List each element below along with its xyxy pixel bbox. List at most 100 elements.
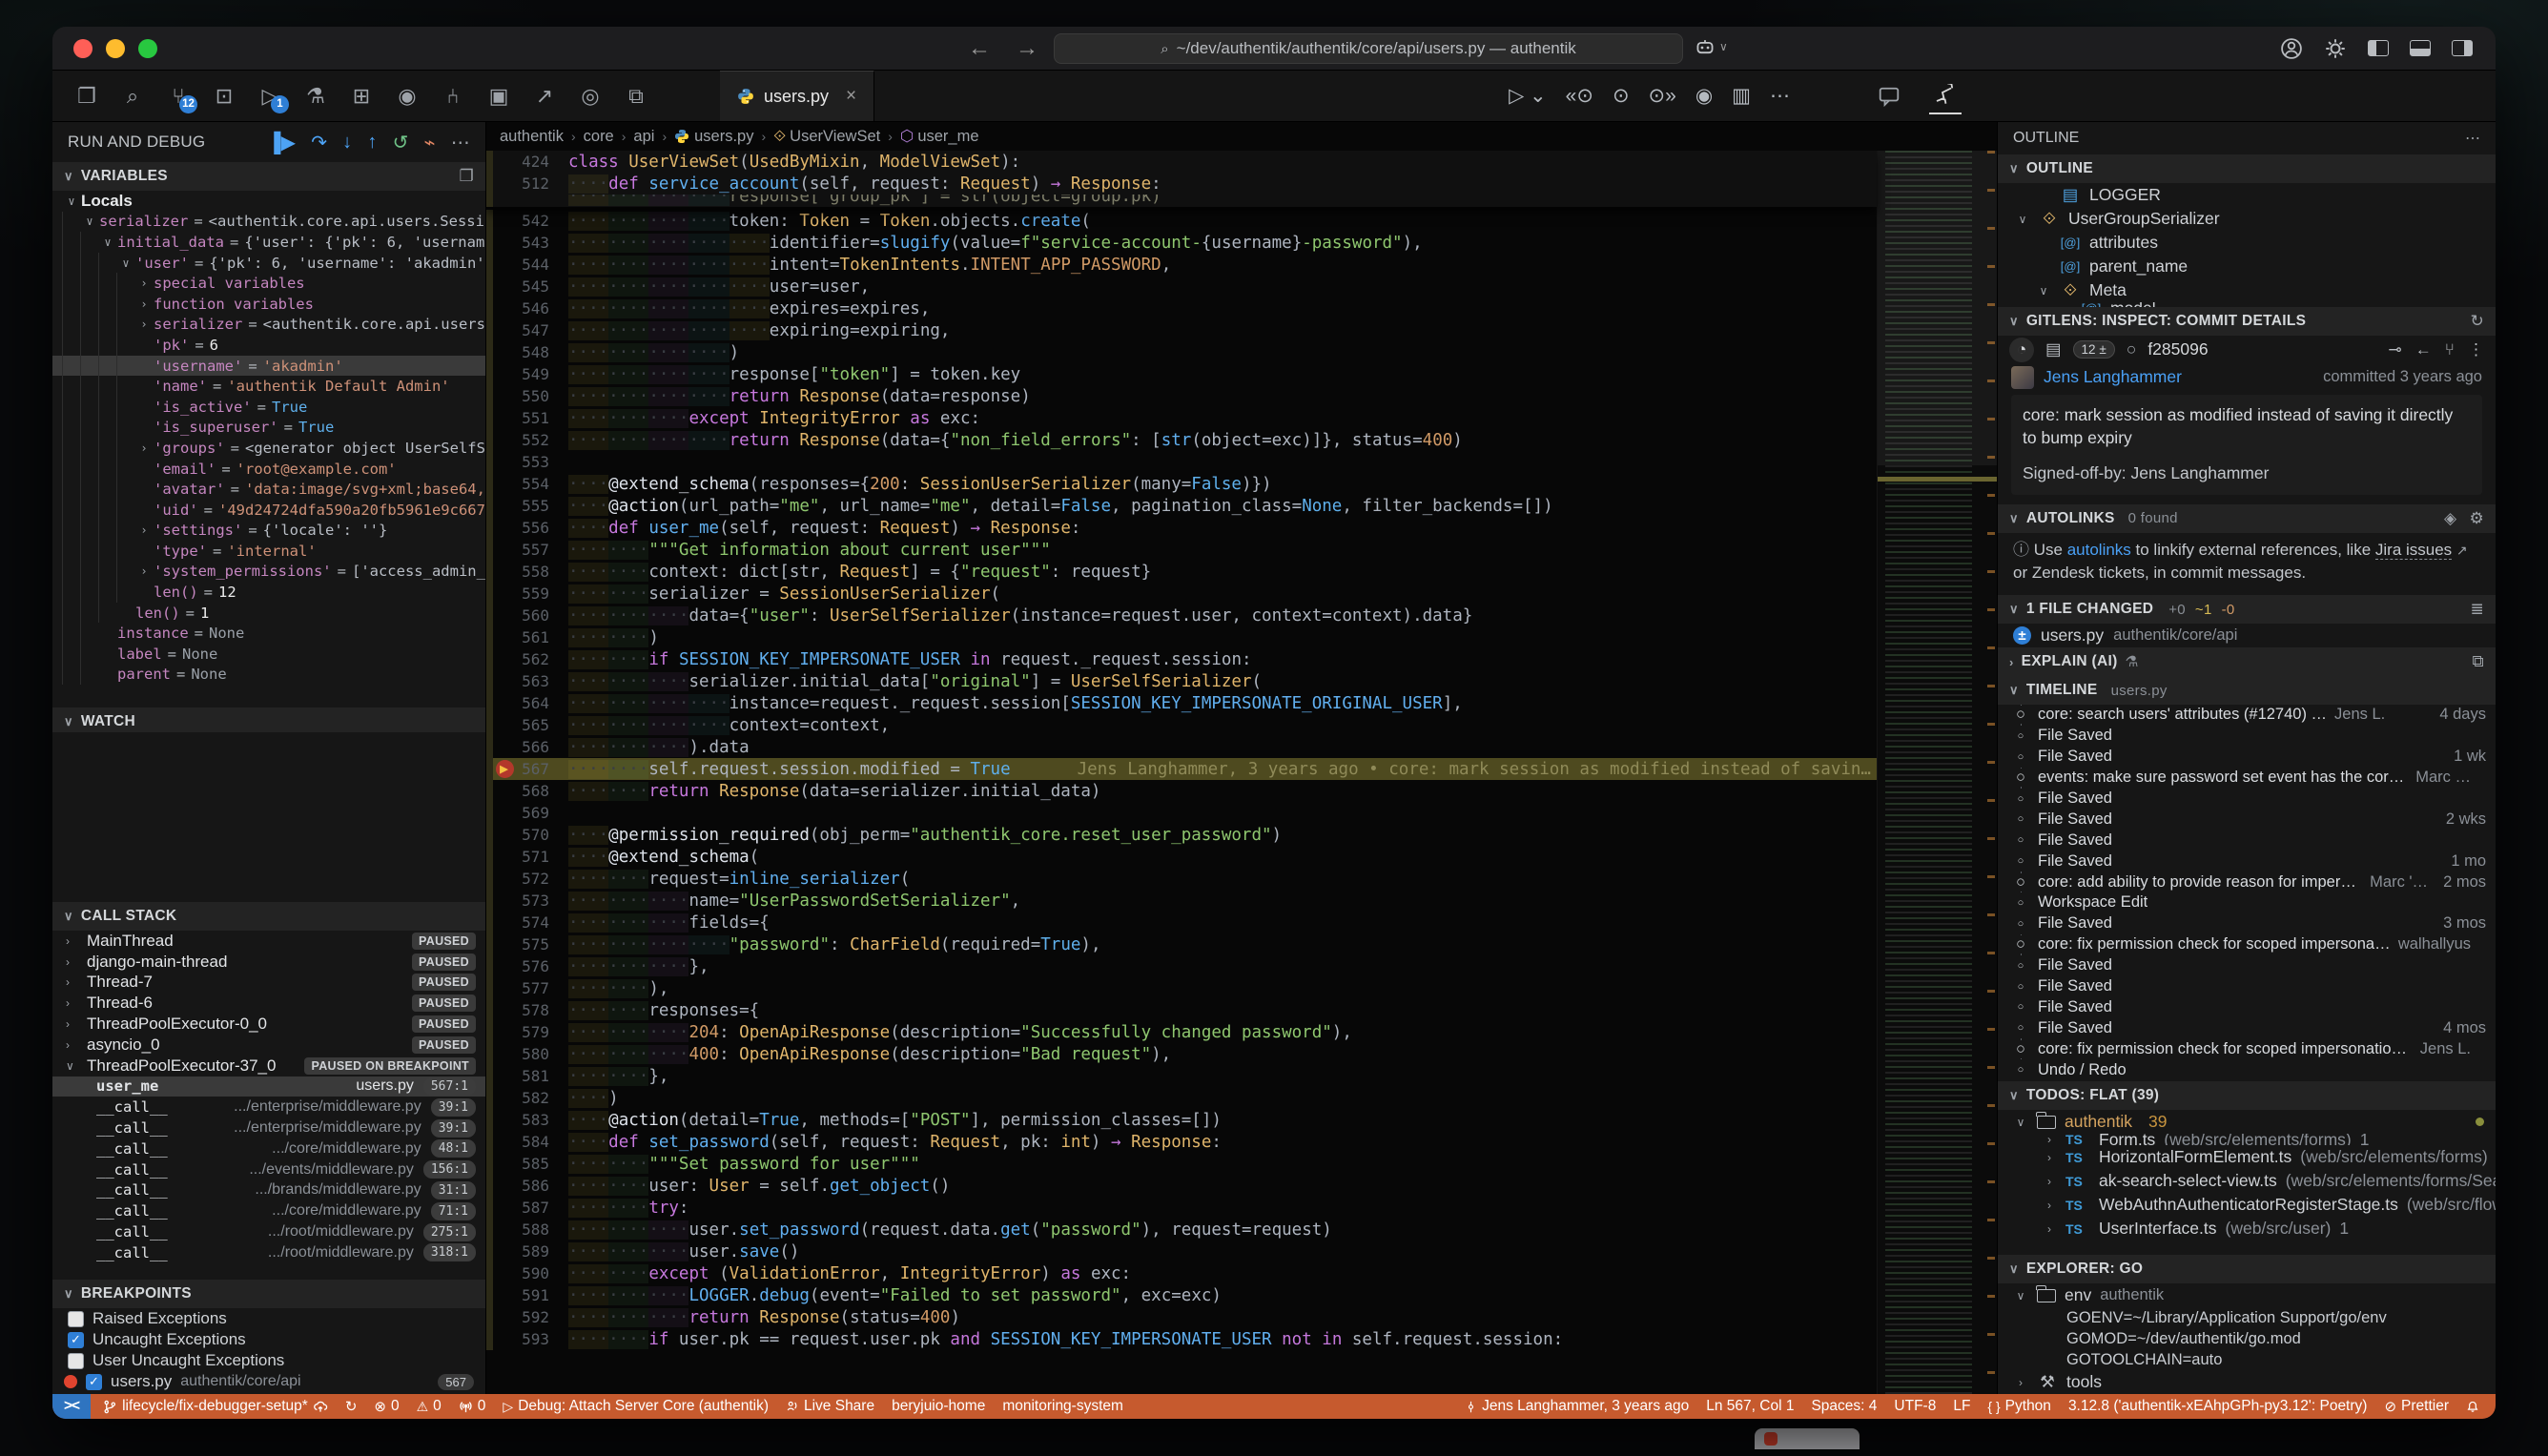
close-window-button[interactable] bbox=[73, 39, 92, 58]
pin-icon[interactable]: ⊸ bbox=[2389, 340, 2402, 359]
code-line[interactable]: 542················token: Token = Token.… bbox=[486, 210, 1877, 232]
breakpoint-toggle-row[interactable]: User Uncaught Exceptions bbox=[52, 1350, 485, 1371]
code-line[interactable]: 568········return Response(data=serializ… bbox=[486, 780, 1877, 802]
status-right-8[interactable] bbox=[2459, 1400, 2486, 1414]
status-left-6[interactable]: Live Share bbox=[779, 1398, 881, 1415]
refresh-icon[interactable]: ↻ bbox=[2470, 312, 2484, 331]
thread-row[interactable]: ›asyncio_0PAUSED bbox=[52, 1035, 485, 1056]
gitlens-section-header[interactable]: ∨GITLENS: INSPECT: COMMIT DETAILS ↻ bbox=[1998, 307, 2496, 336]
thread-row[interactable]: ∨ThreadPoolExecutor-37_0PAUSED ON BREAKP… bbox=[52, 1056, 485, 1077]
remote-indicator[interactable]: >< bbox=[52, 1394, 91, 1419]
env-var-row[interactable]: GOTOOLCHAIN=auto bbox=[1998, 1349, 2496, 1370]
outline-item[interactable]: ∨⟐UserGroupSerializer bbox=[1998, 207, 2496, 231]
timeline-item[interactable]: ○core: search users' attributes (#12740)… bbox=[1998, 705, 2496, 726]
minimize-window-button[interactable] bbox=[106, 39, 125, 58]
code-line[interactable]: 593········if user.pk == request.user.pk… bbox=[486, 1328, 1877, 1350]
debug-step-into-icon[interactable]: ↓ bbox=[342, 132, 352, 154]
stack-frame-row[interactable]: __call__.../root/middleware.py275:1 bbox=[52, 1221, 485, 1242]
code-line[interactable]: 546····················expires=expires, bbox=[486, 297, 1877, 319]
code-line[interactable]: 424class UserViewSet(UsedByMixin, ModelV… bbox=[486, 151, 1877, 173]
checkbox[interactable] bbox=[86, 1374, 102, 1390]
code-line[interactable]: 544····················intent=TokenInten… bbox=[486, 254, 1877, 276]
copilot-menu[interactable]: ∨ bbox=[1695, 36, 1728, 57]
variable-row[interactable]: label=None bbox=[52, 644, 485, 665]
status-right-6[interactable]: 3.12.8 ('authentik-xEAhpGPh-py3.12': Poe… bbox=[2062, 1398, 2374, 1415]
kebab-icon[interactable]: ⋮ bbox=[2468, 340, 2484, 359]
commit-message[interactable]: core: mark session as modified instead o… bbox=[2011, 395, 2482, 495]
code-line[interactable]: 570····@permission_required(obj_perm="au… bbox=[486, 824, 1877, 846]
github-actions-icon[interactable]: ▣ bbox=[480, 77, 518, 115]
stack-frame-row[interactable]: __call__.../core/middleware.py71:1 bbox=[52, 1200, 485, 1221]
stack-frame-row[interactable]: __call__.../root/middleware.py318:1 bbox=[52, 1242, 485, 1263]
breadcrumb-item[interactable]: authentik bbox=[500, 128, 564, 146]
code-line[interactable]: 584····def set_password(self, request: R… bbox=[486, 1131, 1877, 1153]
outline-item[interactable]: [@]attributes bbox=[1998, 231, 2496, 255]
timeline-item[interactable]: ○core: fix permission check for scoped i… bbox=[1998, 1038, 2496, 1059]
outline-item[interactable]: ∨⟐Meta bbox=[1998, 278, 2496, 302]
commit-sha[interactable]: f285096 bbox=[2147, 339, 2208, 359]
variable-row[interactable]: len()=12 bbox=[52, 582, 485, 603]
code-line[interactable]: 577········), bbox=[486, 977, 1877, 999]
editor-action-1[interactable]: «⊙ bbox=[1566, 84, 1593, 108]
editor-action-0[interactable]: ▷ ⌄ bbox=[1509, 84, 1547, 108]
status-left-7[interactable]: beryjuio-home bbox=[885, 1398, 992, 1415]
timeline-item[interactable]: ○File Saved1 mo bbox=[1998, 851, 2496, 872]
status-right-4[interactable]: LF bbox=[1946, 1398, 1977, 1415]
breakpoint-toggle-row[interactable]: Uncaught Exceptions bbox=[52, 1329, 485, 1350]
thread-row[interactable]: ›Thread-7PAUSED bbox=[52, 973, 485, 994]
status-left-8[interactable]: monitoring-system bbox=[996, 1398, 1130, 1415]
toggle-primary-sidebar-icon[interactable] bbox=[2368, 40, 2389, 56]
nav-forward-icon[interactable]: → bbox=[1016, 35, 1038, 62]
search-icon[interactable]: ⌕ bbox=[113, 77, 152, 115]
outline-section-header[interactable]: ∨OUTLINE bbox=[1998, 154, 2496, 183]
code-line[interactable]: 558········context: dict[str, Request] =… bbox=[486, 561, 1877, 583]
code-line[interactable]: 553 bbox=[486, 451, 1877, 473]
status-right-7[interactable]: ⊘Prettier bbox=[2377, 1398, 2456, 1415]
timeline-item[interactable]: ○File Saved bbox=[1998, 996, 2496, 1017]
code-line[interactable]: 552················return Response(data=… bbox=[486, 429, 1877, 451]
timeline-item[interactable]: ○File Saved1 wk bbox=[1998, 747, 2496, 768]
extensions-icon[interactable]: ⊞ bbox=[342, 77, 380, 115]
editor-action-6[interactable]: ⋯ bbox=[1770, 84, 1790, 108]
variable-row[interactable]: instance=None bbox=[52, 623, 485, 644]
code-line[interactable]: 587········try: bbox=[486, 1197, 1877, 1219]
todo-file-row[interactable]: ›TSak-search-select-view.ts(web/src/elem… bbox=[1998, 1169, 2496, 1193]
minimap[interactable] bbox=[1877, 151, 1997, 1394]
variable-row[interactable]: ∨initial_data={'user': {'pk': 6, 'userna… bbox=[52, 232, 485, 253]
timeline-item[interactable]: ○core: add ability to provide reason for… bbox=[1998, 872, 2496, 892]
todo-file-row[interactable]: ›TSHorizontalFormElement.ts(web/src/elem… bbox=[1998, 1145, 2496, 1169]
tools-row[interactable]: ›⚒tools bbox=[1998, 1370, 2496, 1394]
code-line[interactable]: 543····················identifier=slugif… bbox=[486, 232, 1877, 254]
breakpoint-row[interactable]: users.pyauthentik/core/api567 bbox=[52, 1371, 485, 1392]
todo-file-row[interactable]: ›TSUserInterface.ts(web/src/user)1 bbox=[1998, 1217, 2496, 1241]
variable-row[interactable]: len()=1 bbox=[52, 603, 485, 624]
view-as-tree-icon[interactable]: ≣ bbox=[2470, 600, 2484, 619]
stack-frame-row[interactable]: __call__.../enterprise/middleware.py39:1 bbox=[52, 1097, 485, 1118]
variable-row[interactable]: ›'groups'=<generator object UserSelfSeri… bbox=[52, 438, 485, 459]
code-line[interactable]: 574············fields={ bbox=[486, 912, 1877, 933]
code-line[interactable]: 569 bbox=[486, 802, 1877, 824]
breadcrumb-item[interactable]: ⟐UserViewSet bbox=[773, 128, 880, 146]
timeline-item[interactable]: ○File Saved3 mos bbox=[1998, 913, 2496, 934]
compare-icon[interactable]: ⑂ bbox=[2445, 340, 2455, 359]
code-line[interactable]: ················response["group_pk"] = s… bbox=[486, 195, 1877, 207]
github-icon[interactable]: ◉ bbox=[388, 77, 426, 115]
timeline-item[interactable]: ○File Saved bbox=[1998, 830, 2496, 851]
variable-row[interactable]: 'is_active'=True bbox=[52, 397, 485, 418]
stack-frame-row[interactable]: __call__.../core/middleware.py48:1 bbox=[52, 1138, 485, 1159]
stack-frame-row[interactable]: __call__.../events/middleware.py156:1 bbox=[52, 1159, 485, 1180]
code-line[interactable]: 547····················expiring=expiring… bbox=[486, 319, 1877, 341]
stack-frame-row[interactable]: __call__.../enterprise/middleware.py39:1 bbox=[52, 1118, 485, 1138]
code-line[interactable]: 545····················user=user, bbox=[486, 276, 1877, 297]
breadcrumb-item[interactable]: users.py bbox=[674, 128, 753, 146]
todos-section-header[interactable]: ∨TODOS: FLAT (39) bbox=[1998, 1081, 2496, 1110]
code-line[interactable]: 575················"password": CharField… bbox=[486, 933, 1877, 955]
stack-frame-row[interactable]: user_meusers.py567:1 bbox=[52, 1077, 485, 1097]
files-changed-section-header[interactable]: ∨1 FILE CHANGED +0 ~1 -0 ≣ bbox=[1998, 595, 2496, 624]
code-line[interactable]: 590········except (ValidationError, Inte… bbox=[486, 1262, 1877, 1284]
code-line[interactable]: 554····@extend_schema(responses={200: Se… bbox=[486, 473, 1877, 495]
status-right-1[interactable]: Ln 567, Col 1 bbox=[1699, 1398, 1800, 1415]
files-icon[interactable]: ❐ bbox=[68, 77, 106, 115]
code-line[interactable]: 557········"""Get information about curr… bbox=[486, 539, 1877, 561]
status-left-3[interactable]: ⚠0 bbox=[410, 1398, 448, 1415]
